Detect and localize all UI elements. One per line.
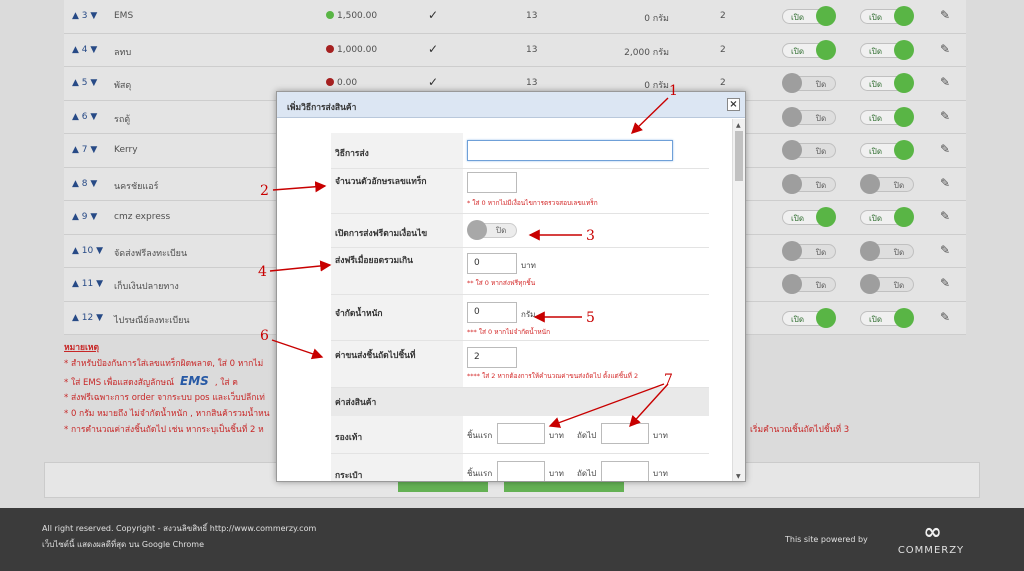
free-condition-label: เปิดการส่งฟรีตามเงื่อนไข [331,214,463,247]
next-piece-hint: **** ใส่ 2 หากต้องการให้คำนวณค่าขนส่งถัด… [467,372,639,380]
first-piece-label: ชิ้นแรก [467,431,493,440]
method-label: วิธีการส่ง [331,133,463,168]
first-piece-input[interactable] [497,423,545,444]
free-min-unit: บาท [521,261,536,270]
modal-body: วิธีการส่ง จำนวนตัวอักษรเลขแทร็ก * ใส่ 0… [277,119,733,481]
tracking-hint: * ใส่ 0 หากไม่มีเงื่อนไขการตรวจสอบเลขแทร… [467,199,598,207]
shipping-form: วิธีการส่ง จำนวนตัวอักษรเลขแทร็ก * ใส่ 0… [331,133,709,481]
next-piece-unit: บาท [653,431,668,440]
add-shipping-modal: เพิ่มวิธีการส่งสินค้า × วิธีการส่ง จำนวน… [276,91,746,482]
next-piece-input[interactable]: 2 [467,347,517,368]
first-piece-input[interactable] [497,461,545,481]
weight-hint: *** ใส่ 0 หากไม่จำกัดน้ำหนัก [467,328,551,336]
next-piece-cost-input[interactable] [601,423,649,444]
scroll-up-icon[interactable]: ▲ [736,122,741,129]
free-min-hint: ** ใส่ 0 หากส่งฟรีทุกชิ้น [467,279,536,287]
row-next-piece: ค่าขนส่งชิ้นถัดไปชิ้นที่ 2 **** ใส่ 2 หา… [331,341,709,388]
next-piece-text: ถัดไป [577,431,597,440]
first-piece-unit: บาท [549,431,564,440]
row-weight: จำกัดน้ำหนัก 0 กรัม *** ใส่ 0 หากไม่จำกั… [331,295,709,341]
next-piece-unit: บาท [653,469,668,478]
row-free-min: ส่งฟรีเมื่อยอดรวมเกิน 0 บาท ** ใส่ 0 หาก… [331,248,709,295]
cost-row: กระเป๋าชิ้นแรก บาท ถัดไป บาท [331,454,709,481]
modal-header: เพิ่มวิธีการส่งสินค้า × [277,92,745,118]
weight-label: จำกัดน้ำหนัก [331,295,463,340]
free-min-label: ส่งฟรีเมื่อยอดรวมเกิน [331,248,463,294]
close-icon[interactable]: × [727,98,740,111]
row-method: วิธีการส่ง [331,133,709,169]
row-free-condition: เปิดการส่งฟรีตามเงื่อนไข ปิด [331,214,709,248]
first-piece-label: ชิ้นแรก [467,469,493,478]
next-piece-label: ค่าขนส่งชิ้นถัดไปชิ้นที่ [331,341,463,387]
modal-title: เพิ่มวิธีการส่งสินค้า [287,103,357,113]
first-piece-unit: บาท [549,469,564,478]
method-input[interactable] [467,140,673,161]
row-tracking: จำนวนตัวอักษรเลขแทร็ก * ใส่ 0 หากไม่มีเง… [331,169,709,214]
cost-row-label: กระเป๋า [331,454,463,481]
cost-row: รองเท้า ชิ้นแรก บาท ถัดไป บาท [331,416,709,454]
weight-unit: กรัม [521,310,536,319]
cost-row-label: รองเท้า [331,416,463,453]
tracking-label: จำนวนตัวอักษรเลขแทร็ก [331,169,463,213]
weight-input[interactable]: 0 [467,302,517,323]
cost-rows: รองเท้า ชิ้นแรก บาท ถัดไป บาท กระเป๋า ชิ้นแรกบ… [331,416,709,481]
cost-section-heading: ค่าส่งสินค้า [331,388,709,416]
next-piece-text: ถัดไป [577,469,597,478]
scroll-thumb[interactable] [735,131,743,181]
free-min-input[interactable]: 0 [467,253,517,274]
free-condition-toggle[interactable]: ปิด [467,220,521,240]
next-piece-cost-input[interactable] [601,461,649,481]
scroll-down-icon[interactable]: ▼ [736,473,741,480]
modal-scrollbar[interactable]: ▲ ▼ [732,119,745,481]
tracking-input[interactable] [467,172,517,193]
